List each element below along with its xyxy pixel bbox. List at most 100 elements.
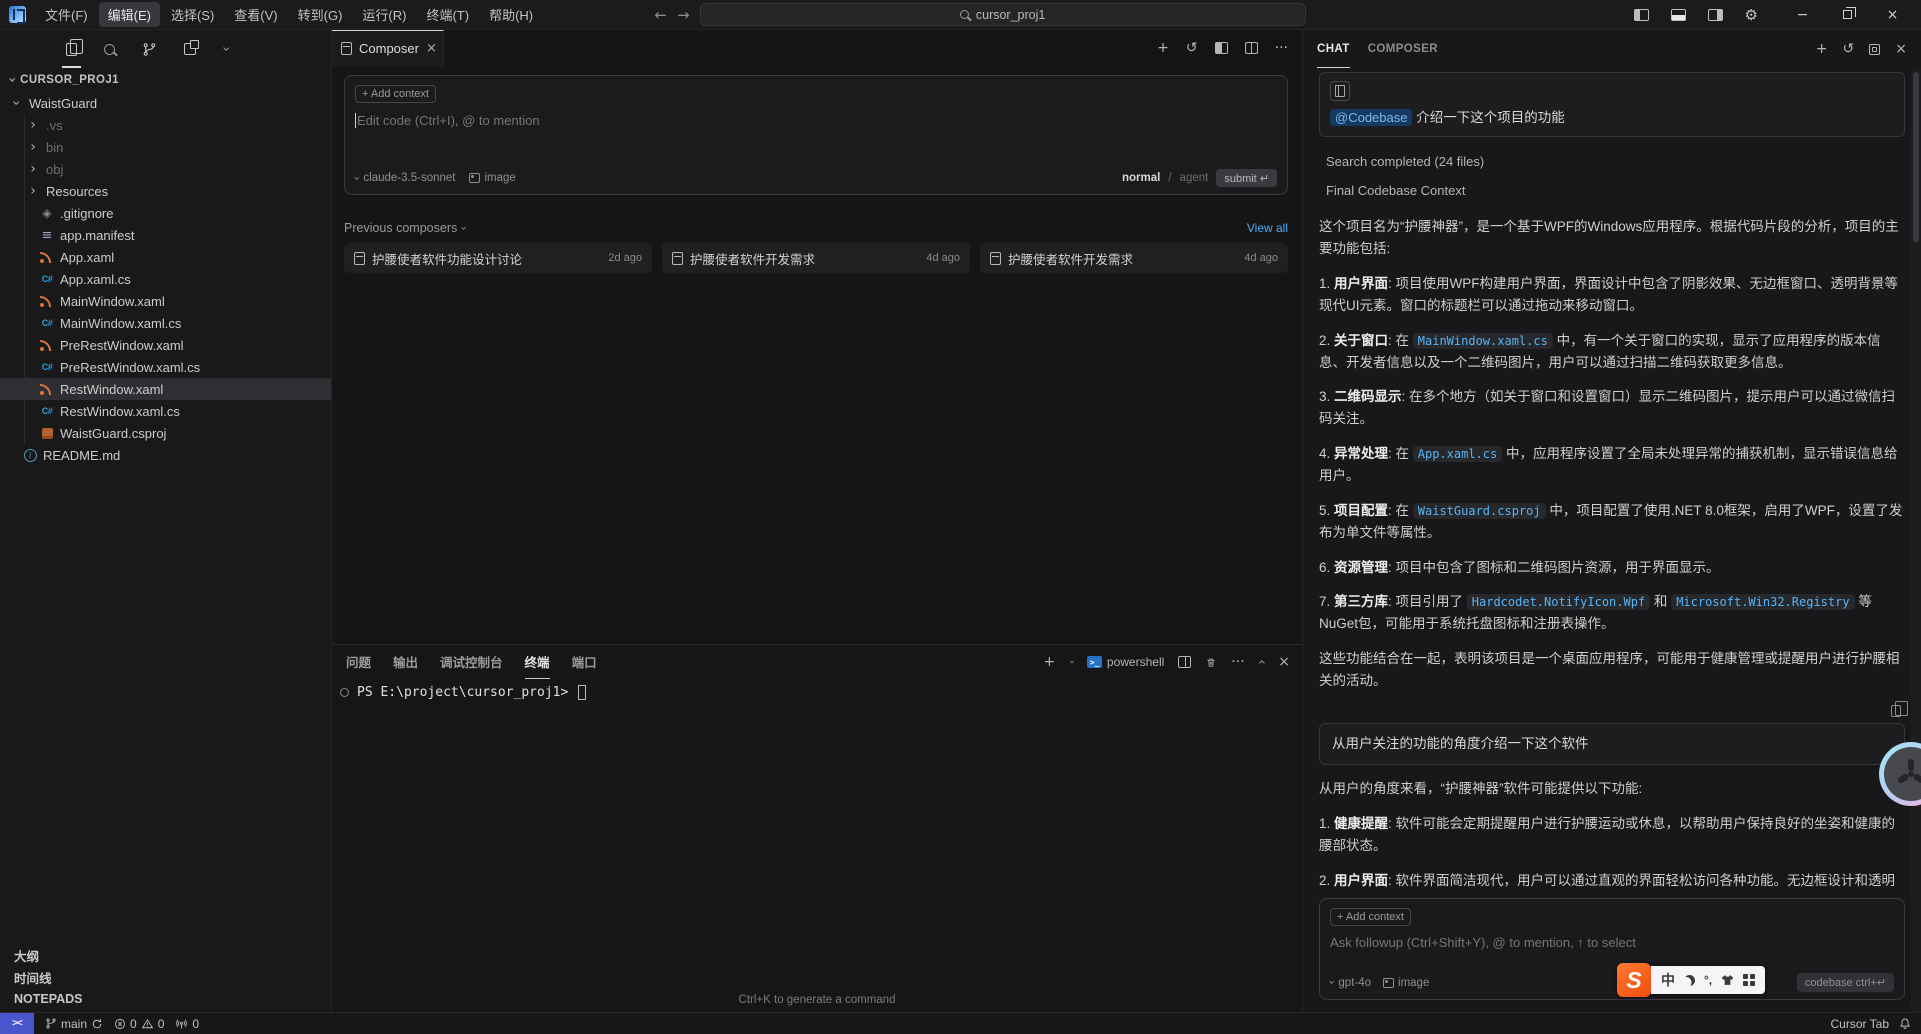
panel-tab[interactable]: 端口 bbox=[572, 645, 597, 679]
scrollbar-thumb[interactable] bbox=[1913, 72, 1919, 242]
tree-item[interactable]: WaistGuard bbox=[0, 92, 331, 114]
trash-icon[interactable] bbox=[1205, 656, 1217, 669]
model-selector[interactable]: › claude-3.5-sonnet bbox=[351, 172, 456, 184]
user-message[interactable]: 从用户关注的功能的角度介绍一下这个软件 bbox=[1319, 722, 1905, 766]
maximize-panel-icon[interactable]: › bbox=[1253, 659, 1269, 665]
tree-item[interactable]: MainWindow.xaml.cs bbox=[0, 312, 331, 334]
more-actions-icon[interactable]: ··· bbox=[1275, 41, 1288, 55]
scrollbar[interactable] bbox=[1911, 68, 1921, 1012]
composer-card[interactable]: 护腰使者软件开发需求 4d ago bbox=[980, 243, 1288, 273]
composer-card[interactable]: 护腰使者软件功能设计讨论 2d ago bbox=[344, 243, 652, 273]
close-icon[interactable]: × bbox=[1895, 42, 1907, 56]
menu-item[interactable]: 运行(R) bbox=[353, 2, 415, 27]
terminal-content[interactable]: PS E:\project\cursor_proj1> bbox=[332, 679, 1302, 1012]
minimize-button[interactable]: − bbox=[1780, 0, 1825, 30]
tree-item[interactable]: README.md bbox=[0, 444, 331, 466]
sogou-logo-icon[interactable]: S bbox=[1617, 963, 1651, 997]
command-center-search[interactable]: cursor_proj1 bbox=[699, 3, 1306, 26]
tree-item[interactable]: app.manifest bbox=[0, 224, 331, 246]
history-icon[interactable]: ↺ bbox=[1843, 42, 1855, 56]
add-context-chip[interactable]: + Add context bbox=[1330, 908, 1411, 926]
model-selector[interactable]: › gpt-4o bbox=[1326, 977, 1371, 989]
menu-item[interactable]: 转到(G) bbox=[289, 2, 352, 27]
open-in-editor-icon[interactable] bbox=[1869, 43, 1881, 55]
tree-item[interactable]: obj bbox=[0, 158, 331, 180]
sidebar-section-header[interactable]: 大纲 bbox=[0, 944, 331, 966]
toggle-right-panel-icon[interactable] bbox=[1707, 8, 1723, 21]
forward-icon[interactable]: → bbox=[677, 6, 690, 24]
source-control-icon[interactable] bbox=[142, 30, 157, 68]
tree-item[interactable]: RestWindow.xaml bbox=[0, 378, 331, 400]
codebase-button[interactable]: codebase ctrl+↵ bbox=[1796, 973, 1894, 992]
tree-item[interactable]: App.xaml bbox=[0, 246, 331, 268]
tree-item[interactable]: RestWindow.xaml.cs bbox=[0, 400, 331, 422]
sync-icon[interactable] bbox=[91, 1018, 103, 1030]
tree-item[interactable]: .vs bbox=[0, 114, 331, 136]
menu-item[interactable]: 选择(S) bbox=[162, 2, 223, 27]
menu-item[interactable]: 终端(T) bbox=[417, 2, 478, 27]
tree-item[interactable]: App.xaml.cs bbox=[0, 268, 331, 290]
codebase-chip[interactable]: @Codebase bbox=[1330, 109, 1413, 126]
terminal-dropdown-icon[interactable]: › bbox=[1066, 660, 1077, 664]
project-root-header[interactable]: › CURSOR_PROJ1 bbox=[0, 68, 331, 92]
more-actions-icon[interactable]: ··· bbox=[1231, 655, 1244, 669]
search-view-icon[interactable] bbox=[104, 30, 115, 68]
panel-layout-icon[interactable] bbox=[1214, 42, 1228, 54]
tree-item[interactable]: WaistGuard.csproj bbox=[0, 422, 331, 444]
composer-input-box[interactable]: + Add context Edit code (Ctrl+I), @ to m… bbox=[344, 75, 1288, 195]
ime-language-mode[interactable]: 中 bbox=[1661, 970, 1675, 990]
view-all-link[interactable]: View all bbox=[1247, 221, 1288, 235]
composer-card[interactable]: 护腰使者软件开发需求 4d ago bbox=[662, 243, 970, 273]
sidebar-section-header[interactable]: 时间线 bbox=[0, 966, 331, 988]
history-icon[interactable]: ↺ bbox=[1186, 41, 1198, 55]
sidebar-section-header[interactable]: NOTEPADS bbox=[0, 988, 331, 1010]
bell-icon[interactable] bbox=[1899, 1017, 1911, 1030]
more-views-icon[interactable]: › bbox=[218, 30, 234, 68]
tree-item[interactable]: PreRestWindow.xaml bbox=[0, 334, 331, 356]
split-terminal-icon[interactable] bbox=[1178, 656, 1192, 668]
new-chat-icon[interactable]: + bbox=[1816, 42, 1828, 56]
gear-icon[interactable]: ⚙ bbox=[1745, 6, 1758, 24]
explorer-view-icon[interactable] bbox=[62, 30, 83, 68]
tree-item[interactable]: bin bbox=[0, 136, 331, 158]
chat-tab[interactable]: COMPOSER bbox=[1368, 30, 1438, 68]
toggle-bottom-panel-icon[interactable] bbox=[1670, 8, 1686, 21]
cursor-tab-status[interactable]: Cursor Tab bbox=[1831, 1017, 1889, 1031]
back-icon[interactable]: ← bbox=[654, 6, 667, 24]
panel-tab[interactable]: 问题 bbox=[346, 645, 371, 679]
chat-input-box[interactable]: + Add context Ask followup (Ctrl+Shift+Y… bbox=[1319, 898, 1905, 1000]
ime-skin-icon[interactable] bbox=[1721, 974, 1734, 986]
collapsible-section[interactable]: Search completed (24 files) bbox=[1319, 149, 1905, 174]
new-terminal-icon[interactable]: + bbox=[1044, 655, 1056, 669]
previous-composers-header[interactable]: Previous composers › View all bbox=[344, 221, 1288, 235]
image-label[interactable]: image bbox=[1398, 977, 1429, 989]
git-branch-status[interactable]: main bbox=[45, 1017, 103, 1031]
panel-tab[interactable]: 终端 bbox=[524, 645, 550, 679]
split-editor-icon[interactable] bbox=[1244, 42, 1258, 54]
composer-placeholder[interactable]: Edit code (Ctrl+I), @ to mention bbox=[355, 113, 1277, 128]
copy-icon[interactable] bbox=[1891, 700, 1908, 717]
cursor-logo-icon[interactable] bbox=[9, 6, 26, 24]
remote-indicator-button[interactable]: >< bbox=[0, 1013, 34, 1034]
ime-fullwidth-icon[interactable] bbox=[1684, 975, 1695, 986]
panel-tab[interactable]: 调试控制台 bbox=[440, 645, 503, 679]
mode-agent[interactable]: agent bbox=[1180, 172, 1209, 184]
shell-selector[interactable]: >_ powershell bbox=[1087, 655, 1164, 669]
ports-status[interactable]: 0 bbox=[175, 1017, 199, 1031]
image-label[interactable]: image bbox=[484, 172, 515, 184]
menu-item[interactable]: 帮助(H) bbox=[480, 2, 542, 27]
user-message[interactable]: @Codebase 介绍一下这个项目的功能 bbox=[1319, 72, 1905, 138]
ime-punctuation-mode[interactable]: °, bbox=[1704, 973, 1712, 987]
submit-button[interactable]: submit ↵ bbox=[1216, 169, 1277, 187]
mode-normal[interactable]: normal bbox=[1122, 172, 1160, 184]
chat-messages[interactable]: @Codebase 介绍一下这个项目的功能 Search completed (… bbox=[1303, 68, 1921, 892]
close-icon[interactable]: × bbox=[426, 41, 437, 56]
add-context-chip[interactable]: + Add context bbox=[355, 85, 436, 103]
collapsible-section[interactable]: Final Codebase Context bbox=[1319, 178, 1905, 203]
ime-toolbox-icon[interactable] bbox=[1743, 974, 1755, 986]
tree-item[interactable]: MainWindow.xaml bbox=[0, 290, 331, 312]
tree-item[interactable]: .gitignore bbox=[0, 202, 331, 224]
new-composer-icon[interactable]: + bbox=[1157, 41, 1169, 55]
menu-item[interactable]: 文件(F) bbox=[36, 2, 97, 27]
tree-item[interactable]: Resources bbox=[0, 180, 331, 202]
